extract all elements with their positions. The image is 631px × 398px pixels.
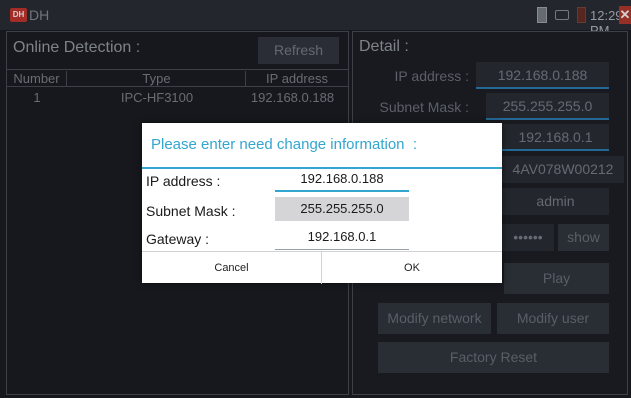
dialog-title: Please enter need change information : bbox=[151, 136, 418, 153]
dialog-button-bar: Cancel OK bbox=[142, 251, 502, 284]
ok-button[interactable]: OK bbox=[322, 252, 502, 284]
dialog-gateway-label: Gateway : bbox=[146, 231, 210, 247]
dialog-ip-input[interactable]: 192.168.0.188 bbox=[275, 168, 409, 192]
dialog-mask-label: Subnet Mask : bbox=[146, 203, 236, 219]
dialog-gateway-input[interactable]: 192.168.0.1 bbox=[275, 226, 409, 250]
dialog-ip-label: IP address : bbox=[146, 173, 221, 189]
cancel-button[interactable]: Cancel bbox=[142, 252, 322, 284]
dialog-mask-input[interactable]: 255.255.255.0 bbox=[275, 197, 409, 221]
change-network-dialog: Please enter need change information : I… bbox=[142, 123, 502, 284]
